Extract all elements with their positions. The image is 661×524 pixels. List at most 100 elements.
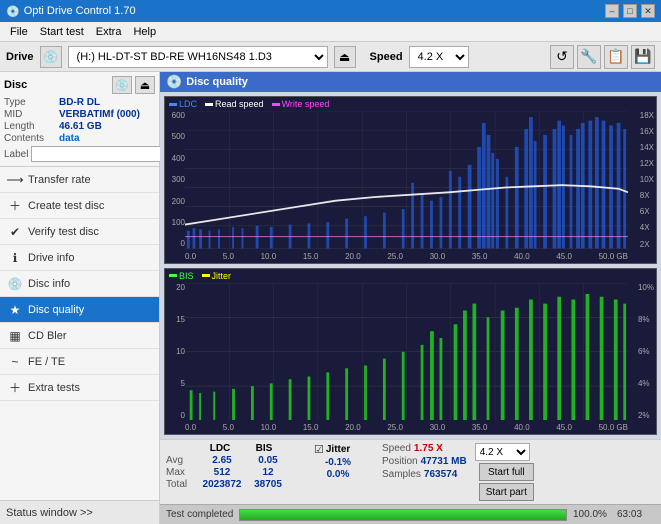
speed-select-small[interactable]: 4.2 X: [475, 443, 530, 461]
menu-start-test[interactable]: Start test: [34, 25, 90, 39]
type-value: BD-R DL: [59, 97, 100, 108]
total-row: Total 2023872 38705: [166, 479, 306, 490]
menu-bar: File Start test Extra Help: [0, 22, 661, 42]
samples-row: Samples 763574: [382, 469, 467, 480]
avg-row: Avg 2.65 0.05: [166, 455, 306, 466]
disc-action-button[interactable]: ⏏: [135, 76, 155, 94]
drive-bar: Drive 💿 (H:) HL-DT-ST BD-RE WH16NS48 1.D…: [0, 42, 661, 72]
disc-quality-header: 💿 Disc quality: [160, 72, 661, 92]
total-bis: 38705: [248, 479, 288, 490]
legend-read-speed: Read speed: [205, 99, 264, 109]
sidebar-item-verify-test-disc[interactable]: ✔ Verify test disc: [0, 219, 159, 245]
total-ldc: 2023872: [198, 479, 246, 490]
disc-label-input[interactable]: [31, 146, 169, 162]
speed-select[interactable]: 4.2 X: [409, 46, 469, 68]
speed-stats: Speed 1.75 X Position 47731 MB Samples 7…: [382, 443, 467, 480]
sidebar-label-disc-quality: Disc quality: [28, 304, 84, 316]
settings-button[interactable]: 🔧: [577, 45, 601, 69]
ldc-chart-legend: LDC Read speed Write speed: [169, 99, 329, 109]
app-title: Opti Drive Control 1.70: [24, 5, 136, 17]
speed-stat-value: 1.75 X: [414, 443, 443, 454]
legend-write-speed: Write speed: [272, 99, 330, 109]
total-label: Total: [166, 479, 196, 490]
jitter-checkbox[interactable]: ☑: [314, 443, 324, 456]
fe-te-icon: ~: [6, 353, 24, 371]
menu-file[interactable]: File: [4, 25, 34, 39]
max-ldc: 512: [198, 467, 246, 478]
start-part-button[interactable]: Start part: [479, 483, 534, 501]
menu-extra[interactable]: Extra: [90, 25, 128, 39]
sidebar-label-fe-te: FE / TE: [28, 356, 65, 368]
status-text: Test completed: [166, 509, 233, 520]
speed-control: 4.2 X Start full Start part: [475, 443, 534, 501]
avg-label: Avg: [166, 455, 196, 466]
disc-quality-icon: ★: [6, 301, 24, 319]
progress-time: 63:03: [617, 509, 655, 520]
drive-info-icon: ℹ: [6, 249, 24, 267]
extra-tests-icon: ＋: [6, 379, 24, 397]
sidebar-label-drive-info: Drive info: [28, 252, 74, 264]
position-label: Position: [382, 456, 418, 467]
bis-y-right: 10% 8% 6% 4% 2%: [638, 283, 654, 421]
sidebar: Disc 💿 ⏏ Type BD-R DL MID VERBATIMf (000…: [0, 72, 160, 524]
status-window-button[interactable]: Status window >>: [0, 500, 159, 524]
maximize-button[interactable]: □: [623, 4, 637, 18]
sidebar-item-extra-tests[interactable]: ＋ Extra tests: [0, 375, 159, 401]
ldc-chart-svg: [185, 111, 628, 249]
minimize-button[interactable]: –: [605, 4, 619, 18]
sidebar-item-fe-te[interactable]: ~ FE / TE: [0, 349, 159, 375]
bis-y-left: 20 15 10 5 0: [167, 283, 185, 421]
content-area: 💿 Disc quality LDC Read speed: [160, 72, 661, 524]
bis-col-header: BIS: [244, 443, 284, 454]
menu-help[interactable]: Help: [127, 25, 162, 39]
sidebar-item-disc-info[interactable]: 💿 Disc info: [0, 271, 159, 297]
start-buttons: Start full Start part: [479, 463, 534, 501]
sidebar-item-cd-bler[interactable]: ▦ CD Bler: [0, 323, 159, 349]
sidebar-item-transfer-rate[interactable]: ⟶ Transfer rate: [0, 167, 159, 193]
sidebar-item-disc-quality[interactable]: ★ Disc quality: [0, 297, 159, 323]
speed-label: Speed: [370, 51, 403, 63]
drive-label: Drive: [6, 51, 34, 63]
bis-chart: BIS Jitter 20 15 10 5 0 10%: [164, 268, 657, 436]
disc-info-icon: 💿: [6, 275, 24, 293]
contents-label: Contents: [4, 133, 59, 144]
bis-chart-svg: [185, 283, 628, 421]
disc-label-label: Label: [4, 149, 28, 160]
disc-type-row: Type BD-R DL: [4, 97, 155, 108]
info-button[interactable]: 📋: [604, 45, 628, 69]
jitter-legend-dot: [202, 274, 210, 277]
close-button[interactable]: ✕: [641, 4, 655, 18]
max-jitter-row: 0.0%: [314, 469, 374, 480]
mid-label: MID: [4, 109, 59, 120]
ldc-col-header: LDC: [196, 443, 244, 454]
max-label: Max: [166, 467, 196, 478]
ldc-y-right: 18X 16X 14X 12X 10X 8X 6X 4X 2X: [640, 111, 654, 249]
eject-button[interactable]: ⏏: [334, 46, 356, 68]
drive-select[interactable]: (H:) HL-DT-ST BD-RE WH16NS48 1.D3: [68, 46, 328, 68]
disc-mid-row: MID VERBATIMf (000): [4, 109, 155, 120]
position-value: 47731 MB: [421, 456, 467, 467]
sidebar-item-drive-info[interactable]: ℹ Drive info: [0, 245, 159, 271]
bis-legend-dot: [169, 274, 177, 277]
legend-bis: BIS: [169, 271, 194, 281]
refresh-button[interactable]: ↺: [550, 45, 574, 69]
progress-bar: [239, 509, 567, 521]
disc-quality-title: Disc quality: [186, 76, 248, 88]
disc-eject-button[interactable]: 💿: [112, 76, 132, 94]
sidebar-item-create-test-disc[interactable]: ＋ Create test disc: [0, 193, 159, 219]
bis-legend-label: BIS: [179, 271, 194, 281]
ldc-legend-dot: [169, 103, 177, 106]
ldc-x-axis: 0.05.010.015.020.025.030.035.040.045.050…: [185, 252, 628, 261]
app-icon: 💿: [6, 5, 20, 18]
max-jitter: 0.0%: [314, 469, 362, 480]
main-layout: Disc 💿 ⏏ Type BD-R DL MID VERBATIMf (000…: [0, 72, 661, 524]
disc-label-row: Label 🔍: [4, 146, 155, 162]
start-full-button[interactable]: Start full: [479, 463, 534, 481]
jitter-checkbox-row: ☑ Jitter: [314, 443, 374, 456]
avg-jitter: -0.1%: [314, 457, 362, 468]
save-button[interactable]: 💾: [631, 45, 655, 69]
sidebar-label-cd-bler: CD Bler: [28, 330, 67, 342]
legend-jitter: Jitter: [202, 271, 232, 281]
length-value: 46.61 GB: [59, 121, 102, 132]
sidebar-label-verify-test-disc: Verify test disc: [28, 226, 99, 238]
